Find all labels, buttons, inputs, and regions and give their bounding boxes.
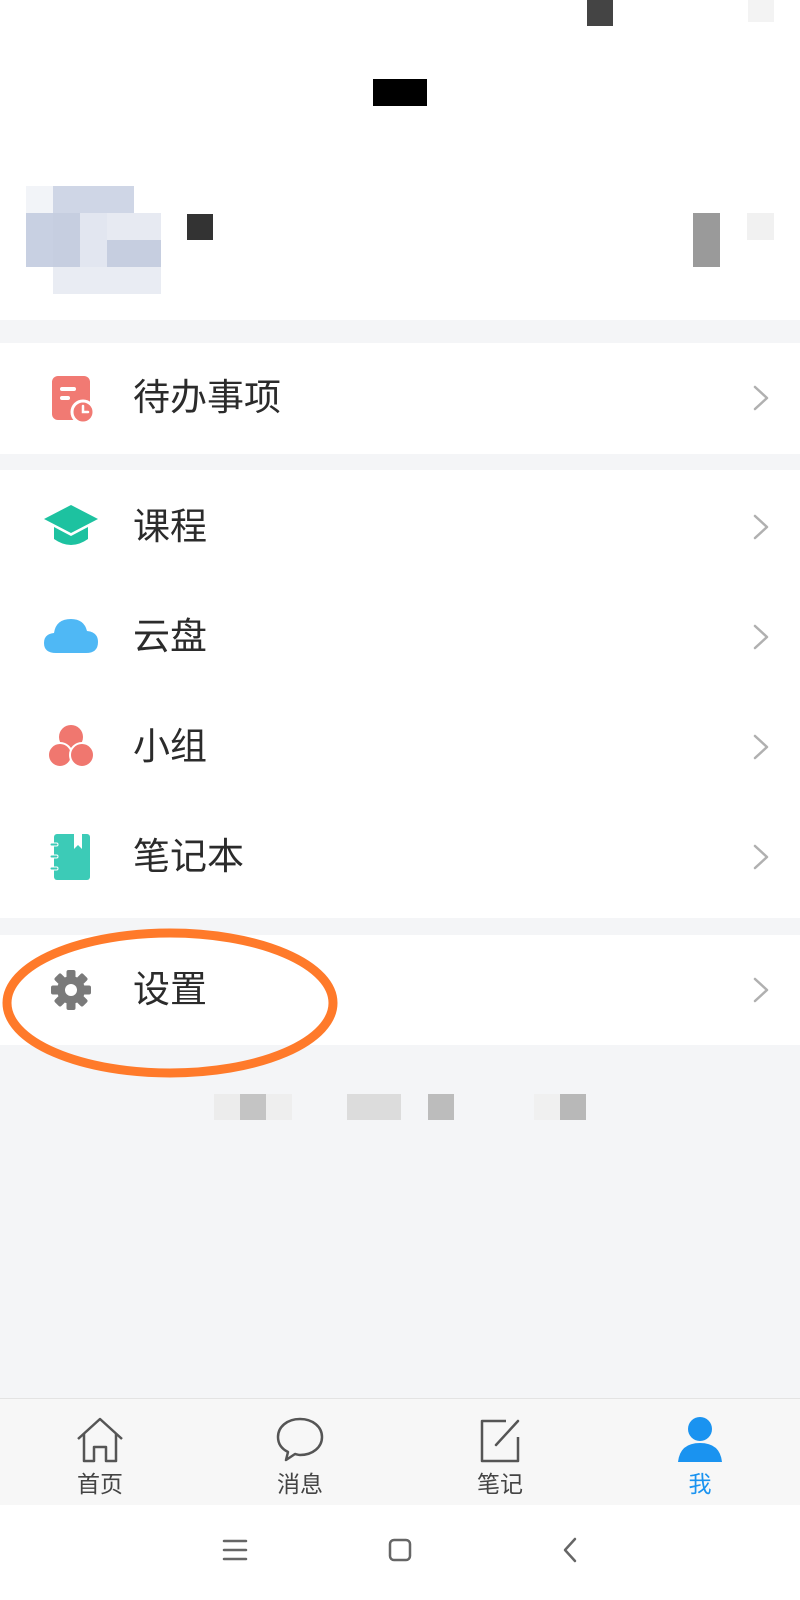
menu-item-label: 云盘 [133, 615, 207, 658]
footer-redacted [240, 1094, 266, 1120]
footer-redacted [534, 1094, 560, 1120]
profile-action-redacted[interactable] [693, 213, 720, 267]
menu-item-label: 课程 [133, 505, 207, 548]
menu-item-label: 笔记本 [133, 835, 244, 878]
menu-item-notebook[interactable]: 笔记本 [0, 802, 800, 912]
nav-item-messages[interactable]: 消息 [200, 1399, 400, 1505]
features-group: 课程 云盘 小组 笔记本 [0, 470, 800, 918]
footer-redacted [347, 1094, 401, 1120]
footer-redacted [428, 1094, 454, 1120]
nav-item-label: 我 [688, 1472, 712, 1498]
menu-item-cloud[interactable]: 云盘 [0, 582, 800, 692]
nav-item-home[interactable]: 首页 [0, 1399, 200, 1505]
menu-icon[interactable] [205, 1520, 265, 1580]
menu-item-group[interactable]: 小组 [0, 692, 800, 802]
nav-item-label: 笔记 [477, 1472, 523, 1498]
page-title-redacted [373, 79, 427, 106]
todo-group: 待办事项 [0, 343, 800, 454]
chevron-right-icon [753, 514, 769, 540]
nav-item-me[interactable]: 我 [600, 1399, 800, 1505]
chevron-right-icon [753, 624, 769, 650]
menu-item-todo[interactable]: 待办事项 [0, 343, 800, 453]
footer-redacted [266, 1094, 292, 1120]
status-bar-block [748, 0, 774, 22]
annotation-ellipse [2, 928, 338, 1078]
avatar[interactable] [26, 186, 161, 294]
home-square-icon[interactable] [370, 1520, 430, 1580]
nav-item-notes[interactable]: 笔记 [400, 1399, 600, 1505]
cloud-icon [44, 619, 98, 653]
system-nav-bar [0, 1505, 800, 1600]
graduation-cap-icon [44, 505, 98, 545]
message-icon [276, 1417, 324, 1462]
footer-redacted [560, 1094, 586, 1120]
back-icon[interactable] [540, 1520, 600, 1580]
nav-item-label: 消息 [277, 1472, 323, 1498]
user-icon [678, 1417, 722, 1462]
menu-item-label: 小组 [133, 725, 207, 768]
menu-item-course[interactable]: 课程 [0, 472, 800, 582]
profile-header [0, 0, 800, 320]
note-edit-icon [480, 1419, 520, 1463]
chevron-right-icon [753, 385, 769, 411]
footer-redacted [214, 1094, 240, 1120]
home-icon [77, 1417, 123, 1463]
nav-item-label: 首页 [77, 1472, 123, 1498]
profile-action-redacted [747, 213, 774, 240]
notebook-icon [49, 834, 90, 880]
status-bar-block [587, 0, 613, 26]
bottom-nav: 首页 消息 笔记 我 [0, 1398, 800, 1505]
chevron-right-icon [753, 734, 769, 760]
chevron-right-icon [753, 844, 769, 870]
username-redacted [187, 214, 213, 240]
group-icon [47, 725, 95, 768]
chevron-right-icon [753, 977, 769, 1003]
menu-item-label: 待办事项 [133, 376, 281, 419]
todo-icon [52, 376, 96, 425]
